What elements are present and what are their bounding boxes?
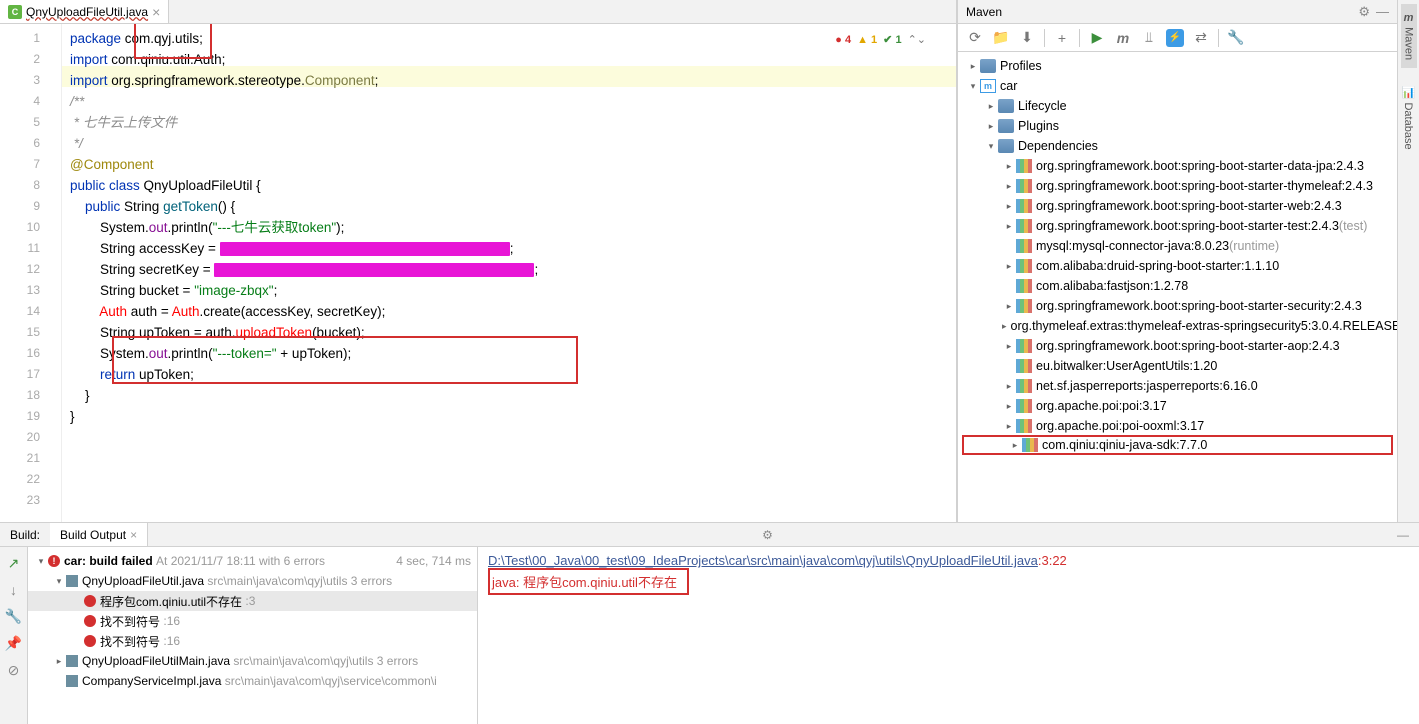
add-icon[interactable]: + bbox=[1053, 29, 1071, 47]
editor-tabs: C QnyUploadFileUtil.java × bbox=[0, 0, 956, 24]
refresh-icon[interactable]: ⟳ bbox=[966, 29, 984, 47]
toggle-skip-icon[interactable]: ⫫ bbox=[1140, 29, 1158, 47]
editor-body[interactable]: 1234567891011121314151617181920212223 ● … bbox=[0, 24, 956, 522]
maven-dep-item[interactable]: org.springframework.boot:spring-boot-sta… bbox=[958, 336, 1397, 356]
wrench-icon[interactable]: 🔧 bbox=[5, 608, 22, 625]
build-tree[interactable]: ! car: build failed At 2021/11/7 18:11 w… bbox=[28, 547, 478, 724]
download-icon[interactable]: ⬇ bbox=[1018, 29, 1036, 47]
m-icon[interactable]: m bbox=[1114, 29, 1132, 47]
maven-tree[interactable]: Profiles mcar Lifecycle Plugins Dependen… bbox=[958, 52, 1397, 522]
maven-dep-item[interactable]: com.alibaba:fastjson:1.2.78 bbox=[958, 276, 1397, 296]
maven-project[interactable]: mcar bbox=[958, 76, 1397, 96]
down-icon[interactable]: ↓ bbox=[10, 582, 17, 598]
error-file-link[interactable]: D:\Test\00_Java\00_test\09_IdeaProjects\… bbox=[488, 553, 1038, 568]
build-error-item[interactable]: 找不到符号 :16 bbox=[28, 631, 477, 651]
maven-dep-item[interactable]: com.alibaba:druid-spring-boot-starter:1.… bbox=[958, 256, 1397, 276]
build-panel-header: Build: Build Output × ⚙ — bbox=[0, 523, 1419, 547]
build-file-node[interactable]: QnyUploadFileUtilMain.java src\main\java… bbox=[28, 651, 477, 671]
maven-dep-item[interactable]: net.sf.jasperreports:jasperreports:6.16.… bbox=[958, 376, 1397, 396]
fold-gutter[interactable] bbox=[50, 24, 62, 522]
build-output-tab[interactable]: Build Output × bbox=[50, 523, 148, 546]
side-stripe: m Maven 📊 Database bbox=[1397, 0, 1419, 522]
maven-dep-item[interactable]: org.springframework.boot:spring-boot-sta… bbox=[958, 296, 1397, 316]
build-file-node[interactable]: CompanyServiceImpl.java src\main\java\co… bbox=[28, 671, 477, 691]
maven-dep-item[interactable]: eu.bitwalker:UserAgentUtils:1.20 bbox=[958, 356, 1397, 376]
maven-dep-item[interactable]: org.springframework.boot:spring-boot-sta… bbox=[958, 156, 1397, 176]
build-file-node[interactable]: QnyUploadFileUtil.java src\main\java\com… bbox=[28, 571, 477, 591]
maven-dep-item[interactable]: org.springframework.boot:spring-boot-sta… bbox=[958, 196, 1397, 216]
maven-tool-button[interactable]: m Maven bbox=[1401, 4, 1417, 68]
offline-icon[interactable]: ⚡ bbox=[1166, 29, 1184, 47]
build-message[interactable]: D:\Test\00_Java\00_test\09_IdeaProjects\… bbox=[478, 547, 1419, 724]
filter-icon[interactable]: ⊘ bbox=[8, 662, 20, 679]
maven-lifecycle[interactable]: Lifecycle bbox=[958, 96, 1397, 116]
close-icon[interactable]: × bbox=[152, 4, 160, 20]
maven-dep-item[interactable]: mysql:mysql-connector-java:8.0.23 (runti… bbox=[958, 236, 1397, 256]
generate-sources-icon[interactable]: 📁 bbox=[992, 29, 1010, 47]
build-panel: Build: Build Output × ⚙ — ↗ ↓ 🔧 📌 ⊘ ! ca… bbox=[0, 522, 1419, 724]
maven-dep-item[interactable]: org.springframework.boot:spring-boot-sta… bbox=[958, 216, 1397, 236]
gear-icon[interactable]: ⚙ bbox=[1358, 4, 1370, 20]
pin-icon[interactable]: 📌 bbox=[5, 635, 22, 652]
maven-dep-item[interactable]: org.apache.poi:poi:3.17 bbox=[958, 396, 1397, 416]
maven-dependencies[interactable]: Dependencies bbox=[958, 136, 1397, 156]
up-icon[interactable]: ↗ bbox=[8, 555, 20, 572]
error-highlight: java: 程序包com.qiniu.util不存在 bbox=[488, 568, 689, 595]
maven-header: Maven ⚙ — bbox=[958, 0, 1397, 24]
build-label: Build: bbox=[0, 528, 50, 542]
build-side-toolbar: ↗ ↓ 🔧 📌 ⊘ bbox=[0, 547, 28, 724]
close-icon[interactable]: × bbox=[130, 528, 137, 542]
run-icon[interactable]: ▶ bbox=[1088, 29, 1106, 47]
maven-dep-item[interactable]: org.thymeleaf.extras:thymeleaf-extras-sp… bbox=[958, 316, 1397, 336]
maven-plugins[interactable]: Plugins bbox=[958, 116, 1397, 136]
maven-dep-item[interactable]: com.qiniu:qiniu-java-sdk:7.7.0 bbox=[962, 435, 1393, 455]
database-tool-button[interactable]: 📊 Database bbox=[1400, 78, 1417, 158]
maven-toolbar: ⟳ 📁 ⬇ + ▶ m ⫫ ⚡ ⇄ 🔧 bbox=[958, 24, 1397, 52]
wrench-icon[interactable]: 🔧 bbox=[1227, 29, 1245, 47]
gutter: 1234567891011121314151617181920212223 bbox=[0, 24, 50, 522]
maven-dep-item[interactable]: org.springframework.boot:spring-boot-sta… bbox=[958, 176, 1397, 196]
minimize-icon[interactable]: — bbox=[1376, 4, 1389, 20]
class-icon: C bbox=[8, 5, 22, 19]
editor-panel: C QnyUploadFileUtil.java × 1234567891011… bbox=[0, 0, 957, 522]
editor-tab[interactable]: C QnyUploadFileUtil.java × bbox=[0, 0, 169, 23]
collapse-icon[interactable]: ⇄ bbox=[1192, 29, 1210, 47]
code-area[interactable]: ● 4 ▲ 1 ✔ 1 ⌃⌄ package com.qyj.utils;imp… bbox=[62, 24, 956, 522]
maven-dep-item[interactable]: org.apache.poi:poi-ooxml:3.17 bbox=[958, 416, 1397, 436]
minimize-icon[interactable]: — bbox=[1387, 528, 1419, 542]
gear-icon[interactable]: ⚙ bbox=[752, 528, 783, 542]
editor-tab-filename: QnyUploadFileUtil.java bbox=[26, 5, 148, 19]
maven-title: Maven bbox=[966, 5, 1002, 19]
build-error-item[interactable]: 找不到符号 :16 bbox=[28, 611, 477, 631]
maven-panel: Maven ⚙ — ⟳ 📁 ⬇ + ▶ m ⫫ ⚡ ⇄ 🔧 Profiles m… bbox=[957, 0, 1397, 522]
maven-profiles[interactable]: Profiles bbox=[958, 56, 1397, 76]
build-root[interactable]: ! car: build failed At 2021/11/7 18:11 w… bbox=[28, 551, 477, 571]
build-error-item[interactable]: 程序包com.qiniu.util不存在 :3 bbox=[28, 591, 477, 611]
